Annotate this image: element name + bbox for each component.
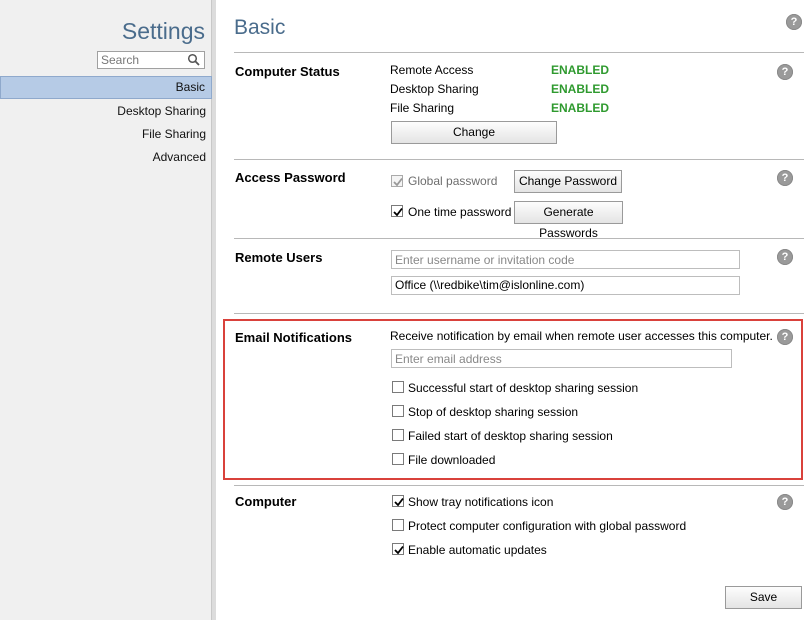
help-icon[interactable]: ?: [777, 494, 793, 510]
section-title-access-password: Access Password: [235, 170, 346, 185]
username-input[interactable]: [391, 250, 740, 269]
section-title-remote-users: Remote Users: [235, 250, 323, 265]
show-tray-icon-label: Show tray notifications icon: [408, 495, 554, 509]
page-title: Basic: [234, 16, 286, 39]
email-field[interactable]: [391, 349, 732, 368]
one-time-password-label: One time password: [408, 205, 512, 219]
sidebar-item-advanced[interactable]: Advanced: [0, 146, 212, 169]
help-icon[interactable]: ?: [777, 329, 793, 345]
notify-desktop-stop-label: Stop of desktop sharing session: [408, 405, 579, 419]
protect-config-checkbox[interactable]: [392, 519, 404, 531]
divider: [234, 159, 804, 160]
status-label-desktop-sharing: Desktop Sharing: [390, 82, 479, 96]
sidebar-item-file-sharing[interactable]: File Sharing: [0, 123, 212, 146]
global-password-checkbox[interactable]: [391, 175, 403, 187]
main-panel: Basic ? Computer Status ? Remote Access …: [216, 0, 812, 620]
section-title-email-notifications: Email Notifications: [235, 330, 353, 345]
divider: [234, 52, 804, 53]
help-icon[interactable]: ?: [777, 64, 793, 80]
divider: [234, 313, 804, 314]
section-title-computer-status: Computer Status: [235, 64, 340, 79]
divider: [234, 485, 804, 486]
status-label-remote-access: Remote Access: [390, 63, 474, 77]
help-icon[interactable]: ?: [777, 170, 793, 186]
notify-file-downloaded-checkbox[interactable]: [392, 453, 404, 465]
global-password-label: Global password: [408, 174, 498, 188]
status-badge: ENABLED: [551, 101, 610, 115]
notify-desktop-stop-checkbox[interactable]: [392, 405, 404, 417]
section-title-computer: Computer: [235, 494, 297, 509]
notify-desktop-start-checkbox[interactable]: [392, 381, 404, 393]
notify-desktop-failed-label: Failed start of desktop sharing session: [408, 429, 613, 443]
show-tray-icon-checkbox[interactable]: [392, 495, 404, 507]
remote-user-entry[interactable]: Office (\\redbike\tim@islonline.com): [391, 276, 740, 295]
one-time-password-checkbox[interactable]: [391, 205, 403, 217]
sidebar: Settings Basic Desktop Sharing File Shar…: [0, 0, 212, 620]
notify-file-downloaded-label: File downloaded: [408, 453, 496, 467]
status-label-file-sharing: File Sharing: [390, 101, 455, 115]
sidebar-item-basic[interactable]: Basic: [0, 76, 212, 99]
sidebar-item-desktop-sharing[interactable]: Desktop Sharing: [0, 100, 212, 123]
save-button[interactable]: Save: [725, 586, 802, 609]
status-badge: ENABLED: [551, 82, 610, 96]
auto-updates-label: Enable automatic updates: [408, 543, 547, 557]
generate-passwords-button[interactable]: Generate Passwords: [514, 201, 623, 240]
search-box[interactable]: [97, 51, 205, 69]
change-password-button[interactable]: Change Password: [514, 170, 622, 193]
notify-desktop-start-label: Successful start of desktop sharing sess…: [408, 381, 639, 395]
email-notifications-description: Receive notification by email when remot…: [390, 329, 773, 343]
notify-desktop-failed-checkbox[interactable]: [392, 429, 404, 441]
help-icon[interactable]: ?: [777, 249, 793, 265]
divider: [234, 238, 804, 239]
protect-config-label: Protect computer configuration with glob…: [408, 519, 687, 533]
search-icon[interactable]: [187, 53, 201, 67]
status-badge: ENABLED: [551, 63, 610, 77]
search-input[interactable]: [98, 52, 184, 68]
auto-updates-checkbox[interactable]: [392, 543, 404, 555]
sidebar-title: Settings: [121, 18, 205, 44]
change-button[interactable]: Change: [391, 121, 557, 144]
help-icon[interactable]: ?: [786, 14, 802, 30]
